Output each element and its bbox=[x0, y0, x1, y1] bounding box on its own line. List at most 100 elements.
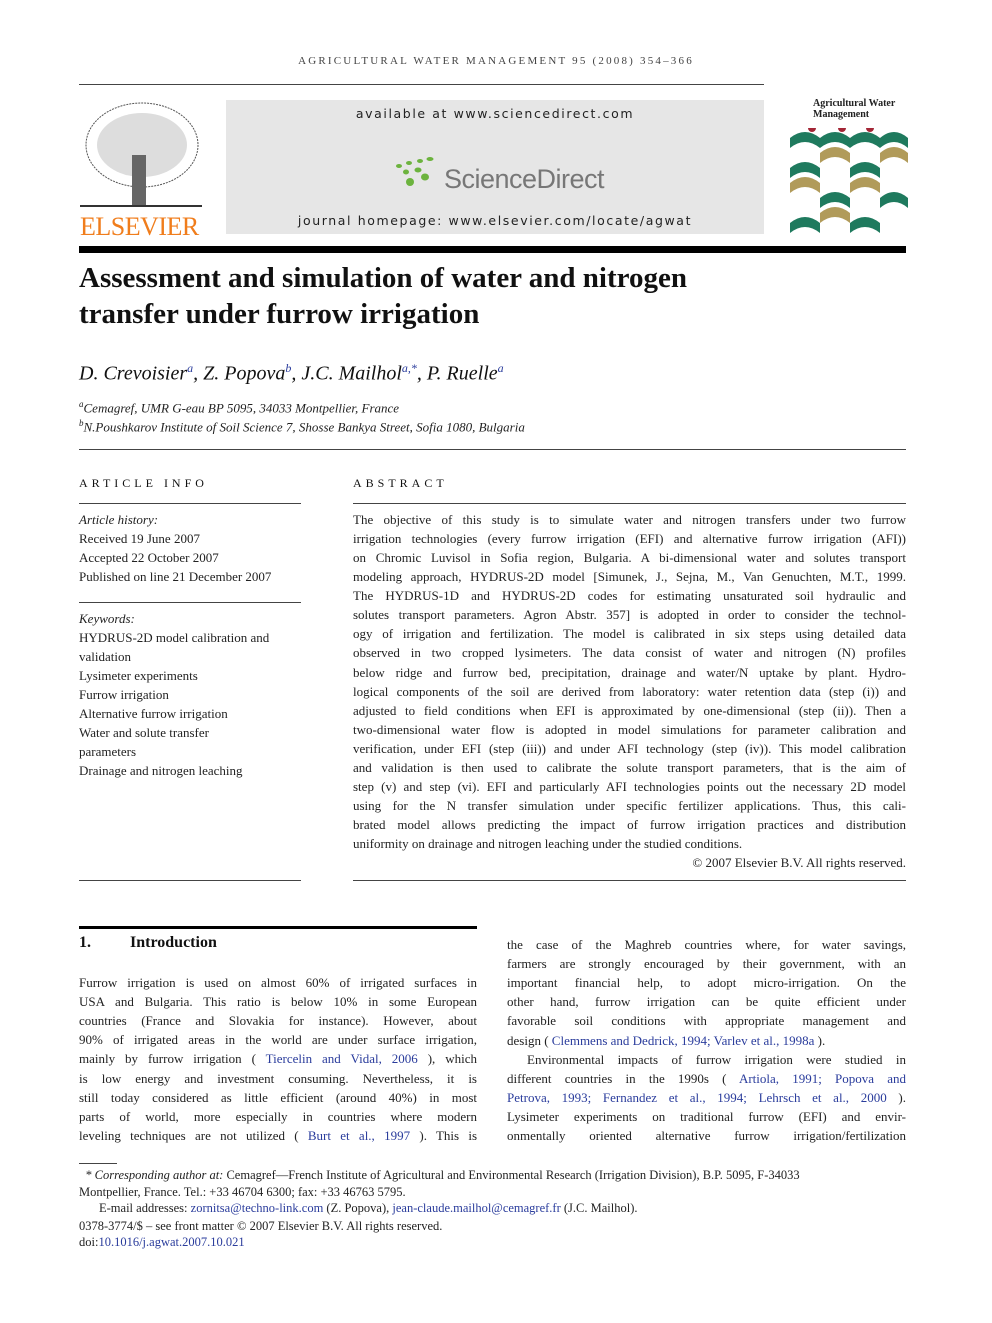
author-affil-mark: b bbox=[285, 361, 292, 375]
intro-line: Environmental impacts of furrow irrigati… bbox=[527, 1050, 906, 1069]
corr-text: Cemagref—French Institute of Agricultura… bbox=[223, 1168, 800, 1182]
sciencedirect-logo: ScienceDirect bbox=[444, 164, 605, 194]
intro-line: leveling techniques are not utilized ( B… bbox=[79, 1126, 477, 1145]
elsevier-tree-logo bbox=[80, 100, 202, 210]
affiliation: bN.Poushkarov Institute of Soil Science … bbox=[79, 418, 525, 435]
abstract-line: on Chromic Luvisol in Sofia region, Bulg… bbox=[353, 550, 906, 566]
intro-line: the case of the Maghreb countries where,… bbox=[507, 935, 906, 954]
intro-line: parts of world, more especially in count… bbox=[79, 1107, 477, 1126]
intro-line: farmers are strongly encouraged by their… bbox=[507, 954, 906, 973]
divider bbox=[79, 880, 301, 881]
affiliation: aCemagref, UMR G-eau BP 5095, 34033 Mont… bbox=[79, 399, 399, 416]
keyword-line: Alternative furrow irrigation bbox=[79, 706, 228, 721]
abstract-line: irrigation technologies (every furrow ir… bbox=[353, 531, 906, 547]
email-link[interactable]: zornitsa@techno-link.com bbox=[191, 1201, 324, 1215]
intro-line: design ( Clemmens and Dedrick, 1994; Var… bbox=[507, 1031, 906, 1050]
history-item: Received 19 June 2007 bbox=[79, 531, 200, 546]
email-addresses: E-mail addresses: zornitsa@techno-link.c… bbox=[99, 1199, 638, 1218]
email-link[interactable]: jean-claude.mailhol@cemagref.fr bbox=[392, 1201, 560, 1215]
sciencedirect-banner: available at www.sciencedirect.com Scien… bbox=[226, 100, 764, 234]
intro-line: different countries in the 1990s ( Artio… bbox=[507, 1069, 906, 1088]
text-run: leveling techniques are not utilized ( bbox=[79, 1127, 299, 1143]
sciencedirect-dots-icon bbox=[396, 157, 434, 186]
abstract-line: solutes transport parameters. Agron Abst… bbox=[353, 607, 906, 623]
divider bbox=[353, 503, 906, 504]
text-run: ). This is bbox=[419, 1127, 477, 1143]
abstract-copyright: © 2007 Elsevier B.V. All rights reserved… bbox=[692, 855, 906, 870]
footnote-rule bbox=[79, 1163, 117, 1164]
journal-cover-title: Agricultural Water Management bbox=[813, 98, 896, 120]
divider bbox=[79, 449, 906, 450]
keyword-line: HYDRUS-2D model calibration and bbox=[79, 630, 270, 645]
intro-line: Furrow irrigation is used on almost 60% … bbox=[79, 973, 477, 992]
keyword-line: Water and solute transfer bbox=[79, 725, 209, 740]
history-item: Accepted 22 October 2007 bbox=[79, 550, 219, 565]
text-run: mainly by furrow irrigation ( bbox=[79, 1051, 256, 1067]
corr-label: * Corresponding author at: bbox=[85, 1168, 224, 1182]
article-title: Assessment and simulation of water and n… bbox=[79, 260, 687, 332]
title-line: transfer under furrow irrigation bbox=[79, 298, 480, 330]
keyword-line: Furrow irrigation bbox=[79, 687, 169, 702]
citation-link[interactable]: Petrova, 1993; Fernandez et al., 1994; L… bbox=[507, 1090, 887, 1105]
intro-line: onmentally oriented alternative furrow i… bbox=[507, 1126, 906, 1145]
intro-line: is low energy and investment consuming. … bbox=[79, 1069, 477, 1088]
text-run: the case of the Maghreb countries where,… bbox=[507, 937, 906, 952]
available-at: available at www.sciencedirect.com bbox=[355, 106, 635, 121]
history-label: Article history: bbox=[79, 512, 159, 527]
text-run: favorable soil conditions with appropria… bbox=[507, 1013, 906, 1029]
citation-link[interactable]: Artiola, 1991; Popova and bbox=[739, 1071, 906, 1086]
abstract-line: modeling approach, HYDRUS-2D model [Simu… bbox=[353, 569, 906, 585]
doi-link[interactable]: 10.1016/j.agwat.2007.10.021 bbox=[98, 1235, 244, 1249]
text-run: other hand, furrow irrigation can be qui… bbox=[507, 994, 906, 1010]
citation-link[interactable]: Burt et al., 1997 bbox=[308, 1128, 410, 1143]
text-run: parts of world, more especially in count… bbox=[79, 1108, 477, 1124]
keyword-line: parameters bbox=[79, 744, 137, 759]
elsevier-wordmark: ELSEVIER bbox=[80, 212, 199, 241]
text-run: different countries in the 1990s ( bbox=[507, 1070, 727, 1086]
text-run: 90% of irrigated areas in the world are … bbox=[79, 1032, 477, 1048]
text-run: Lysimeter experiments on traditional fur… bbox=[507, 1108, 906, 1124]
abstract-line: adjusted to field conditions when EFI is… bbox=[353, 702, 906, 718]
section-rule bbox=[79, 926, 477, 929]
keyword-line: validation bbox=[79, 649, 131, 664]
citation-link[interactable]: Clemmens and Dedrick, 1994; Varlev et al… bbox=[552, 1033, 815, 1048]
intro-line: mainly by furrow irrigation ( Tiercelin … bbox=[79, 1049, 477, 1068]
journal-homepage[interactable]: journal homepage: www.elsevier.com/locat… bbox=[226, 213, 764, 228]
intro-line: still today considered as little efficie… bbox=[79, 1088, 477, 1107]
intro-line: Lysimeter experiments on traditional fur… bbox=[507, 1107, 906, 1126]
doi-label: doi: bbox=[79, 1235, 99, 1249]
title-line: Assessment and simulation of water and n… bbox=[79, 262, 687, 294]
keyword-line: Drainage and nitrogen leaching bbox=[79, 763, 243, 778]
running-head: AGRICULTURAL WATER MANAGEMENT 95 (2008) … bbox=[298, 55, 694, 67]
text-run: ), which bbox=[427, 1051, 477, 1067]
section-number: 1. bbox=[79, 934, 91, 951]
author-name[interactable]: Z. Popova bbox=[203, 363, 285, 385]
citation-link[interactable]: Tiercelin and Vidal, 2006 bbox=[266, 1051, 418, 1066]
history-item: Published on line 21 December 2007 bbox=[79, 569, 272, 584]
author-name[interactable]: D. Crevoisier bbox=[79, 363, 187, 385]
abstract-line: below ridge and furrow bed, precipitatio… bbox=[353, 664, 906, 680]
author-name[interactable]: P. Ruelle bbox=[427, 363, 498, 385]
email-label: E-mail addresses: bbox=[99, 1201, 191, 1215]
abstract-line: step (v) and step (vi). EFI and particul… bbox=[353, 778, 906, 794]
abstract-line: verification, under EFI (step (iii)) and… bbox=[353, 740, 906, 756]
intro-line: countries (France and Slovakia for insta… bbox=[79, 1011, 477, 1030]
text-run: onmentally oriented alternative furrow i… bbox=[507, 1128, 906, 1143]
text-run: countries (France and Slovakia for insta… bbox=[79, 1013, 477, 1029]
abstract-line: observed in two cropped lysimeters. The … bbox=[353, 645, 906, 661]
intro-line: favorable soil conditions with appropria… bbox=[507, 1011, 906, 1030]
text-run: USA and Bulgaria. This ratio is below 10… bbox=[79, 994, 477, 1010]
author-affil-mark[interactable]: a,* bbox=[402, 361, 417, 375]
text-run: farmers are strongly encouraged by their… bbox=[507, 956, 906, 972]
divider bbox=[79, 602, 301, 603]
affil-text: N.Poushkarov Institute of Soil Science 7… bbox=[83, 419, 525, 435]
abstract-line: two-dimensional water flow is adopted in… bbox=[353, 721, 906, 737]
intro-line: USA and Bulgaria. This ratio is below 10… bbox=[79, 992, 477, 1011]
divider bbox=[79, 503, 301, 504]
author-name[interactable]: J.C. Mailhol bbox=[301, 363, 402, 385]
section-heading: Introduction bbox=[130, 934, 217, 951]
author-affil-mark: a bbox=[497, 361, 504, 375]
text-run: ). bbox=[817, 1032, 826, 1048]
abstract-heading: ABSTRACT bbox=[353, 476, 448, 490]
intro-line: other hand, furrow irrigation can be qui… bbox=[507, 992, 906, 1011]
